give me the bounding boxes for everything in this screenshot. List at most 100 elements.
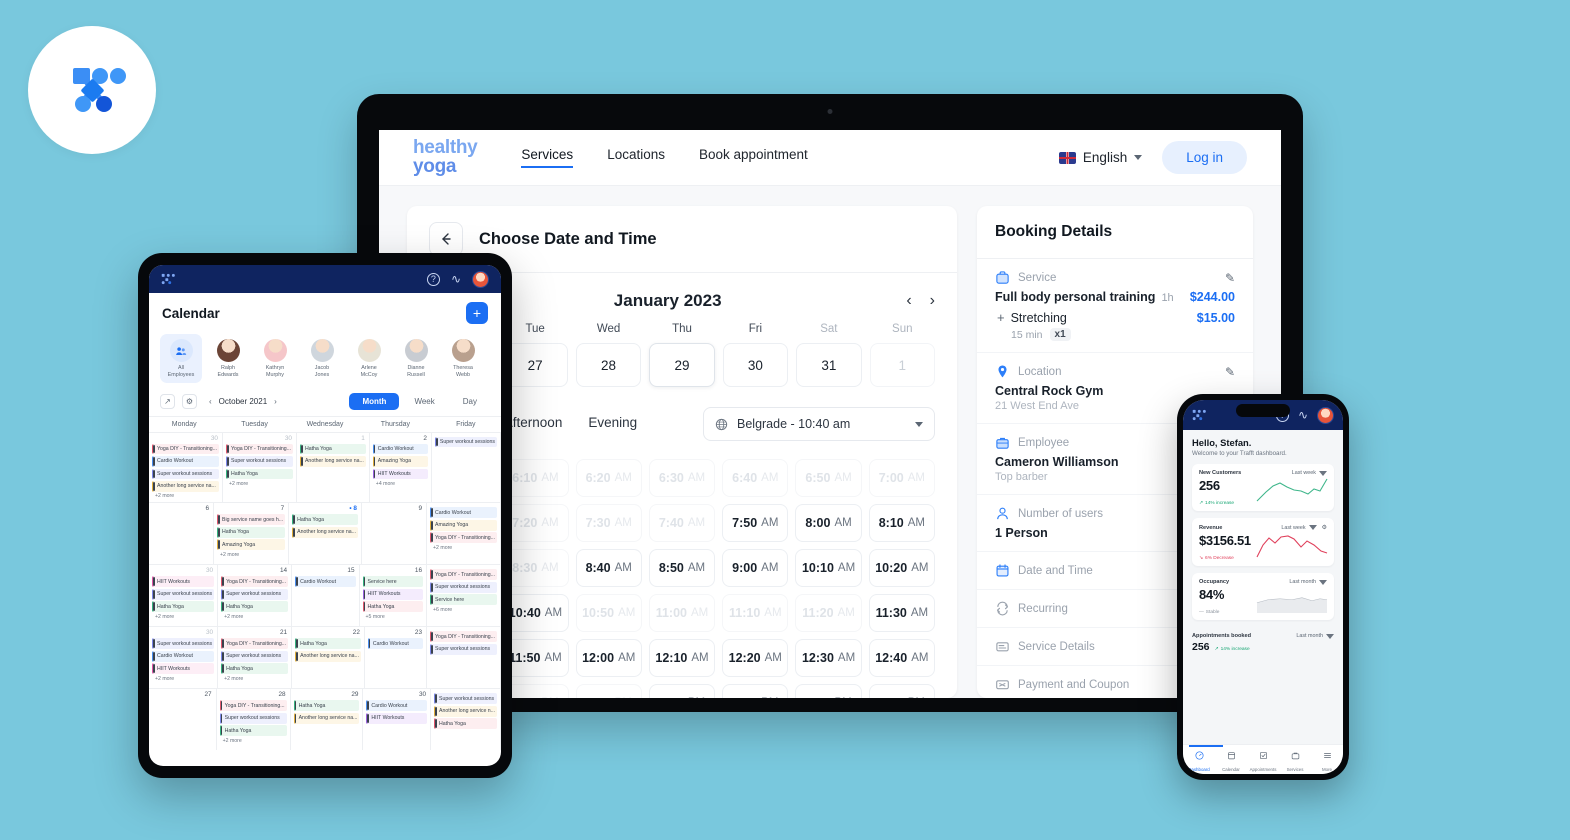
language-selector[interactable]: English <box>1058 150 1143 165</box>
nav-item-dashboard[interactable]: Dashboard <box>1183 747 1215 772</box>
calendar-event[interactable]: Hatha Yoga <box>434 718 497 730</box>
calendar-event[interactable]: Yoga DIY - Transitioning... <box>430 569 497 581</box>
time-slot[interactable]: 11:30 AM <box>868 594 935 632</box>
calendar-day-cell[interactable]: 30 Yoga DIY - Transitioning... Cardio Work… <box>149 432 223 503</box>
avatar[interactable] <box>1317 406 1334 424</box>
calendar-event[interactable]: Another long service n... <box>434 705 497 717</box>
calendar-day-cell[interactable]: 9 <box>362 503 428 565</box>
employee-filter-item[interactable]: Arlene McCoy <box>348 334 390 383</box>
gear-icon[interactable]: ⚙ <box>1322 524 1327 531</box>
site-logo[interactable]: healthy yoga <box>413 138 478 175</box>
time-slot[interactable]: 9:00 AM <box>722 549 789 587</box>
next-period-button[interactable]: › <box>274 397 277 406</box>
time-slot[interactable]: 10:40 AM <box>502 594 569 632</box>
nav-item-services[interactable]: Services <box>521 147 573 168</box>
range-selector[interactable]: Last month <box>1289 579 1327 585</box>
calendar-event[interactable]: Hatha Yoga <box>295 638 361 650</box>
calendar-event[interactable]: Another long service na... <box>299 456 366 467</box>
calendar-more-link[interactable]: +4 more <box>373 481 428 487</box>
time-slot[interactable]: 12:10 AM <box>648 639 716 677</box>
calendar-event[interactable]: Hatha Yoga <box>217 526 286 538</box>
date-cell[interactable]: 30 <box>722 343 789 387</box>
next-month-button[interactable]: › <box>930 292 935 310</box>
calendar-event[interactable]: Cardio Workout <box>152 456 219 467</box>
calendar-event[interactable]: Yoga DIY - Transitioning... <box>152 443 219 455</box>
time-slot[interactable]: 10:10 AM <box>795 549 862 587</box>
time-slot[interactable]: 1:20 PM <box>648 684 716 698</box>
calendar-day-cell[interactable]: 28 Yoga DIY - Transitioning... Super worko… <box>217 689 291 751</box>
calendar-day-cell[interactable]: 30 Yoga DIY - Transitioning... Super worko… <box>223 432 297 503</box>
calendar-event[interactable]: Another long service na... <box>295 650 361 662</box>
range-selector[interactable]: Last week <box>1292 470 1327 476</box>
time-slot[interactable]: 8:40 AM <box>575 549 642 587</box>
calendar-more-link[interactable]: +2 more <box>152 614 214 620</box>
calendar-day-cell[interactable]: 7 Big service name goes h... Hatha Yoga Ama… <box>214 503 290 565</box>
date-cell[interactable]: 29 <box>649 343 715 387</box>
calendar-event[interactable]: Super workout sessions <box>434 693 497 705</box>
export-icon[interactable]: ↗ <box>160 393 175 409</box>
calendar-event[interactable]: Super workout sessions <box>152 638 215 650</box>
employee-filter-item[interactable]: Dianne Russell <box>395 334 437 383</box>
calendar-event[interactable]: Cardio Workout <box>372 443 428 455</box>
calendar-event[interactable]: Cardio Workout <box>430 507 497 519</box>
calendar-day-cell[interactable]: Super workout sessions <box>432 432 501 503</box>
question-circle-icon[interactable]: ? <box>426 272 440 286</box>
calendar-event[interactable]: Super workout sessions <box>152 468 219 480</box>
calendar-event[interactable]: Big service name goes h... <box>217 514 286 526</box>
time-slot[interactable]: 11:50 AM <box>502 639 569 677</box>
calendar-event[interactable]: HIIT Workouts <box>366 712 428 724</box>
range-selector[interactable]: Last month <box>1296 633 1334 639</box>
date-cell[interactable]: 28 <box>575 343 642 387</box>
pulse-icon[interactable]: ∿ <box>451 272 461 286</box>
calendar-day-cell[interactable]: 29 Hatha Yoga Another long service na... <box>291 689 364 751</box>
employee-filter-item[interactable]: Kathryn Murphy <box>254 334 296 383</box>
date-cell[interactable]: 31 <box>796 343 862 387</box>
time-slot[interactable]: 8:50 AM <box>648 549 716 587</box>
calendar-event[interactable]: Amazing Yoga <box>372 456 428 467</box>
calendar-day-cell[interactable]: Super workout sessions Another long servi… <box>431 689 501 751</box>
tab-afternoon[interactable]: Afternoon <box>504 415 563 433</box>
add-appointment-button[interactable]: + <box>466 302 488 324</box>
calendar-event[interactable]: HIIT Workouts <box>362 588 424 600</box>
calendar-event[interactable]: Yoga DIY - Transitioning... <box>221 576 289 588</box>
time-slot[interactable]: 12:30 AM <box>795 639 862 677</box>
tab-evening[interactable]: Evening <box>588 415 637 433</box>
calendar-event[interactable]: Super workout sessions <box>152 588 215 600</box>
calendar-event[interactable]: Hatha Yoga <box>299 443 366 455</box>
calendar-more-link[interactable]: +2 more <box>226 481 293 487</box>
calendar-more-link[interactable]: +6 more <box>430 607 497 613</box>
calendar-event[interactable]: HIIT Workouts <box>152 576 215 588</box>
login-button[interactable]: Log in <box>1162 141 1247 174</box>
calendar-event[interactable]: Yoga DIY - Transitioning... <box>430 532 497 544</box>
calendar-event[interactable]: Hatha Yoga <box>292 514 358 526</box>
calendar-day-cell[interactable]: 1 Hatha Yoga Another long service na... <box>297 432 370 503</box>
calendar-event[interactable]: Amazing Yoga <box>430 519 497 531</box>
calendar-event[interactable]: Super workout sessions <box>221 588 289 600</box>
calendar-more-link[interactable]: +2 more <box>220 738 287 744</box>
calendar-day-cell[interactable]: Yoga DIY - Transitioning... Super workout… <box>427 627 501 689</box>
calendar-more-link[interactable]: +5 more <box>363 614 423 620</box>
avatar[interactable] <box>472 270 489 288</box>
calendar-day-cell[interactable]: 22 Hatha Yoga Another long service na... <box>292 627 365 689</box>
calendar-more-link[interactable]: +2 more <box>430 545 497 551</box>
calendar-day-cell[interactable]: 30 Super workout sessions Cardio Workout HI… <box>149 627 219 689</box>
calendar-event[interactable]: Cardio Workout <box>295 576 356 588</box>
calendar-event[interactable]: Yoga DIY - Transitioning... <box>225 443 293 455</box>
calendar-more-link[interactable]: +2 more <box>217 552 285 558</box>
time-slot[interactable]: 1:40 PM <box>795 684 862 698</box>
calendar-event[interactable]: Super workout sessions <box>225 456 293 467</box>
nav-item-calendar[interactable]: Calendar <box>1215 747 1247 772</box>
calendar-day-cell[interactable]: 23 Cardio Workout <box>365 627 428 689</box>
nav-item-services[interactable]: Services <box>1279 747 1311 772</box>
range-selector[interactable]: Last week <box>1281 525 1317 531</box>
nav-item-locations[interactable]: Locations <box>607 147 665 168</box>
calendar-event[interactable]: Amazing Yoga <box>217 539 286 551</box>
nav-item-appointments[interactable]: Appointments <box>1247 747 1279 772</box>
edit-location-button[interactable]: ✎ <box>1225 365 1235 379</box>
time-slot[interactable]: 1:30 PM <box>722 684 789 698</box>
time-slot[interactable]: 7:50 AM <box>722 504 789 542</box>
time-slot[interactable]: 1:50 PM <box>868 684 935 698</box>
calendar-event[interactable]: HIIT Workouts <box>372 468 428 480</box>
calendar-event[interactable]: Another long service na... <box>152 481 219 492</box>
prev-month-button[interactable]: ‹ <box>906 292 911 310</box>
